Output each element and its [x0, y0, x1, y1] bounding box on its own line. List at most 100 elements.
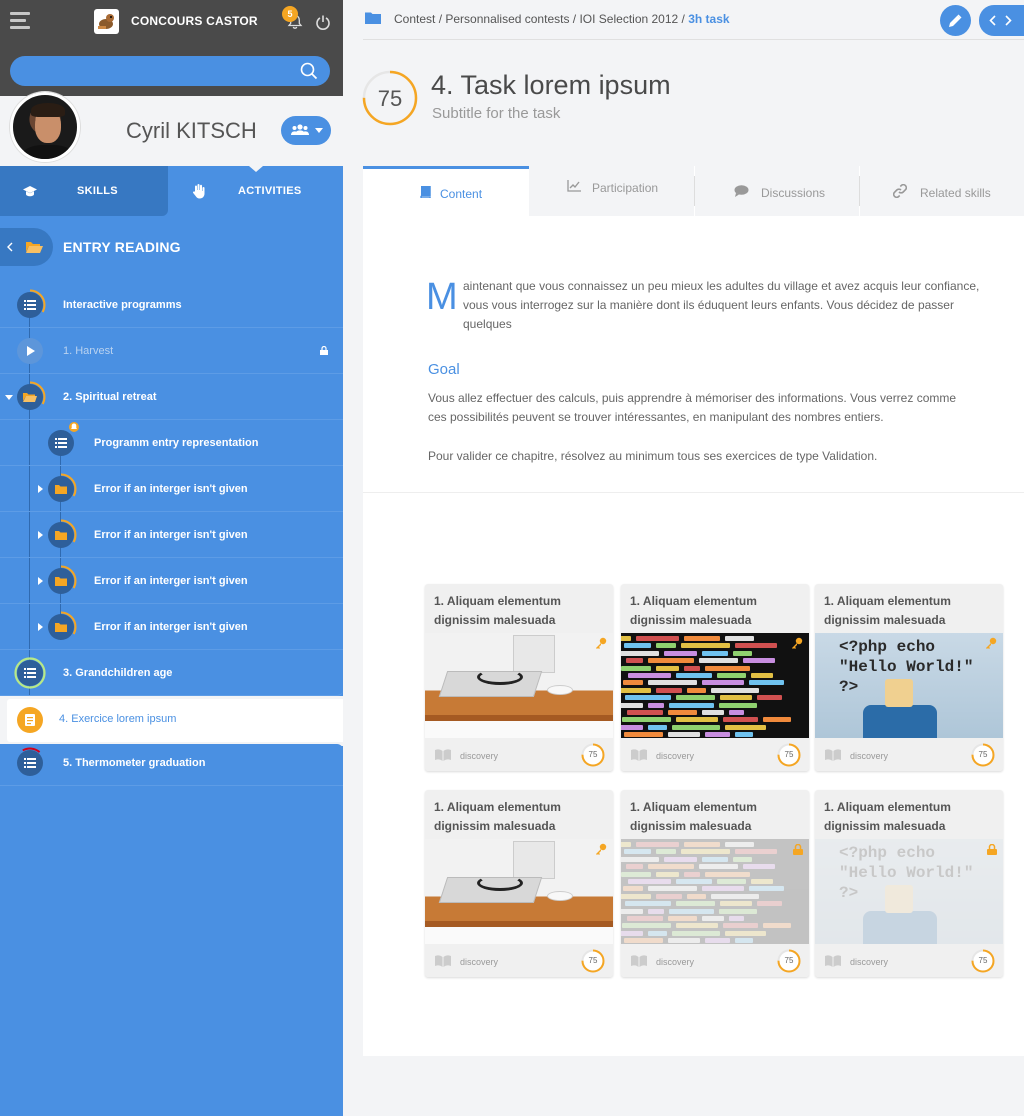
tree-header-title: ENTRY READING — [63, 239, 181, 255]
chevron-right-icon[interactable] — [38, 531, 43, 539]
tab-activities[interactable]: ACTIVITIES — [168, 166, 343, 216]
card-score: 75 — [978, 750, 988, 759]
list-icon — [48, 430, 74, 456]
breadcrumb-path: Contest / Personnalised contests / IOI S… — [394, 12, 730, 26]
user-groups-button[interactable] — [281, 116, 331, 145]
tree-item[interactable]: Programm entry representation — [0, 420, 343, 466]
back-button[interactable] — [0, 228, 53, 266]
menu-icon[interactable] — [10, 12, 30, 32]
card-footer: discovery 75 — [621, 738, 809, 771]
folder-open-icon — [26, 242, 43, 253]
tab-label: Discussions — [761, 186, 826, 200]
exercise-card[interactable]: 1. Aliquam elementum dignissim malesuada… — [425, 790, 613, 977]
card-title: 1. Aliquam elementum dignissim malesuada — [824, 800, 951, 833]
chevron-right-icon[interactable] — [38, 577, 43, 585]
search-icon[interactable] — [300, 62, 318, 80]
chevron-right-icon[interactable] — [38, 623, 43, 631]
exercise-card[interactable]: 1. Aliquam elementum dignissim malesuada… — [815, 584, 1003, 771]
avatar[interactable] — [10, 92, 80, 162]
book-icon — [420, 186, 431, 198]
card-score: 75 — [588, 750, 598, 759]
goal-heading: Goal — [428, 361, 460, 378]
tree-item-label: Programm entry representation — [94, 437, 259, 449]
tree-item[interactable]: Error if an interger isn't given — [0, 466, 343, 512]
book-open-icon — [631, 749, 647, 761]
tree-item[interactable]: 1. Harvest — [0, 328, 343, 374]
tree-item-label: 1. Harvest — [63, 345, 114, 357]
tree-item[interactable]: Error if an interger isn't given — [0, 512, 343, 558]
book-open-icon — [435, 749, 451, 761]
task-score: 75 — [377, 86, 403, 111]
notification-badge: 5 — [282, 6, 298, 22]
card-footer: discovery 75 — [815, 944, 1003, 977]
folder-open-icon — [14, 381, 46, 413]
list-icon — [14, 289, 46, 321]
card-image: <?php echo "Hello World!" ?> — [815, 633, 1003, 738]
lock-icon — [793, 842, 803, 860]
card-score: 75 — [978, 956, 988, 965]
exercise-card[interactable]: 1. Aliquam elementum dignissim malesuada… — [425, 584, 613, 771]
chevron-down-icon[interactable] — [5, 395, 13, 400]
chevron-right-icon[interactable] — [1005, 15, 1012, 26]
card-title: 1. Aliquam elementum dignissim malesuada — [434, 594, 561, 627]
breadcrumb-item[interactable]: IOI Selection 2012 — [579, 12, 678, 26]
tree-item-label: Error if an interger isn't given — [94, 575, 248, 587]
tab-related-skills[interactable]: Related skills — [860, 166, 1024, 216]
card-title: 1. Aliquam elementum dignissim malesuada — [824, 594, 951, 627]
breadcrumb-item[interactable]: Personnalised contests — [445, 12, 569, 26]
tree-item[interactable]: 5. Thermometer graduation — [0, 742, 343, 786]
tab-label: Content — [440, 187, 483, 201]
tab-activities-label: ACTIVITIES — [238, 185, 302, 197]
tab-content[interactable]: Content — [363, 166, 529, 216]
folder-icon — [365, 12, 381, 24]
tree-item[interactable]: 3. Grandchildren age — [0, 650, 343, 696]
edit-button[interactable] — [940, 5, 971, 36]
search-input[interactable] — [10, 56, 330, 86]
card-type: discovery — [850, 751, 889, 761]
exercise-card[interactable]: 1. Aliquam elementum dignissim malesuada… — [815, 790, 1003, 977]
tree-item-active[interactable]: 4. Exercice lorem ipsum — [7, 699, 343, 742]
tab-discussions[interactable]: Discussions — [695, 166, 859, 216]
chevron-left-icon — [7, 242, 13, 252]
lock-icon — [987, 842, 997, 860]
tab-skills[interactable]: SKILLS — [0, 166, 168, 216]
tree-item-label: 5. Thermometer graduation — [63, 757, 206, 769]
tree-item-label: 4. Exercice lorem ipsum — [59, 713, 177, 725]
card-type: discovery — [656, 957, 695, 967]
breadcrumb: Contest / Personnalised contests / IOI S… — [363, 0, 1024, 40]
goal-paragraph: Vous allez effectuer des calculs, puis a… — [428, 391, 957, 424]
comment-icon — [734, 185, 749, 197]
book-open-icon — [435, 955, 451, 967]
tree-item[interactable]: Interactive programms — [0, 282, 343, 328]
exercise-card[interactable]: 1. Aliquam elementum dignissim malesuada… — [621, 790, 809, 977]
prev-next-nav[interactable] — [979, 5, 1024, 36]
tree-item[interactable]: 2. Spiritual retreat — [0, 374, 343, 420]
card-type: discovery — [656, 751, 695, 761]
tree-item[interactable]: Error if an interger isn't given — [0, 558, 343, 604]
card-title: 1. Aliquam elementum dignissim malesuada — [434, 800, 561, 833]
tree-item-label: Error if an interger isn't given — [94, 483, 248, 495]
chevron-left-icon[interactable] — [989, 15, 996, 26]
goal-paragraph: Pour valider ce chapitre, résolvez au mi… — [428, 449, 878, 463]
chart-line-icon — [567, 180, 581, 192]
user-name: Cyril KITSCH — [126, 118, 257, 143]
castor-logo-icon — [94, 9, 119, 34]
tab-label: Participation — [592, 181, 659, 195]
chevron-right-icon[interactable] — [38, 485, 43, 493]
tree-item-label: Error if an interger isn't given — [94, 529, 248, 541]
tree-item-label: Error if an interger isn't given — [94, 621, 248, 633]
card-title: 1. Aliquam elementum dignissim malesuada — [630, 800, 757, 833]
breadcrumb-item[interactable]: Contest — [394, 12, 435, 26]
power-icon[interactable] — [315, 14, 331, 30]
tree-item[interactable]: Error if an interger isn't given — [0, 604, 343, 650]
tree-item-label: 2. Spiritual retreat — [63, 391, 157, 403]
lock-icon — [320, 346, 328, 355]
users-icon — [291, 124, 309, 135]
exercise-card[interactable]: 1. Aliquam elementum dignissim malesuada… — [621, 584, 809, 771]
list-icon — [14, 657, 46, 689]
card-footer: discovery 75 — [815, 738, 1003, 771]
tab-participation[interactable]: Participation — [529, 166, 694, 216]
tab-skills-label: SKILLS — [77, 185, 118, 197]
key-icon — [985, 636, 997, 654]
folder-icon — [45, 473, 77, 505]
